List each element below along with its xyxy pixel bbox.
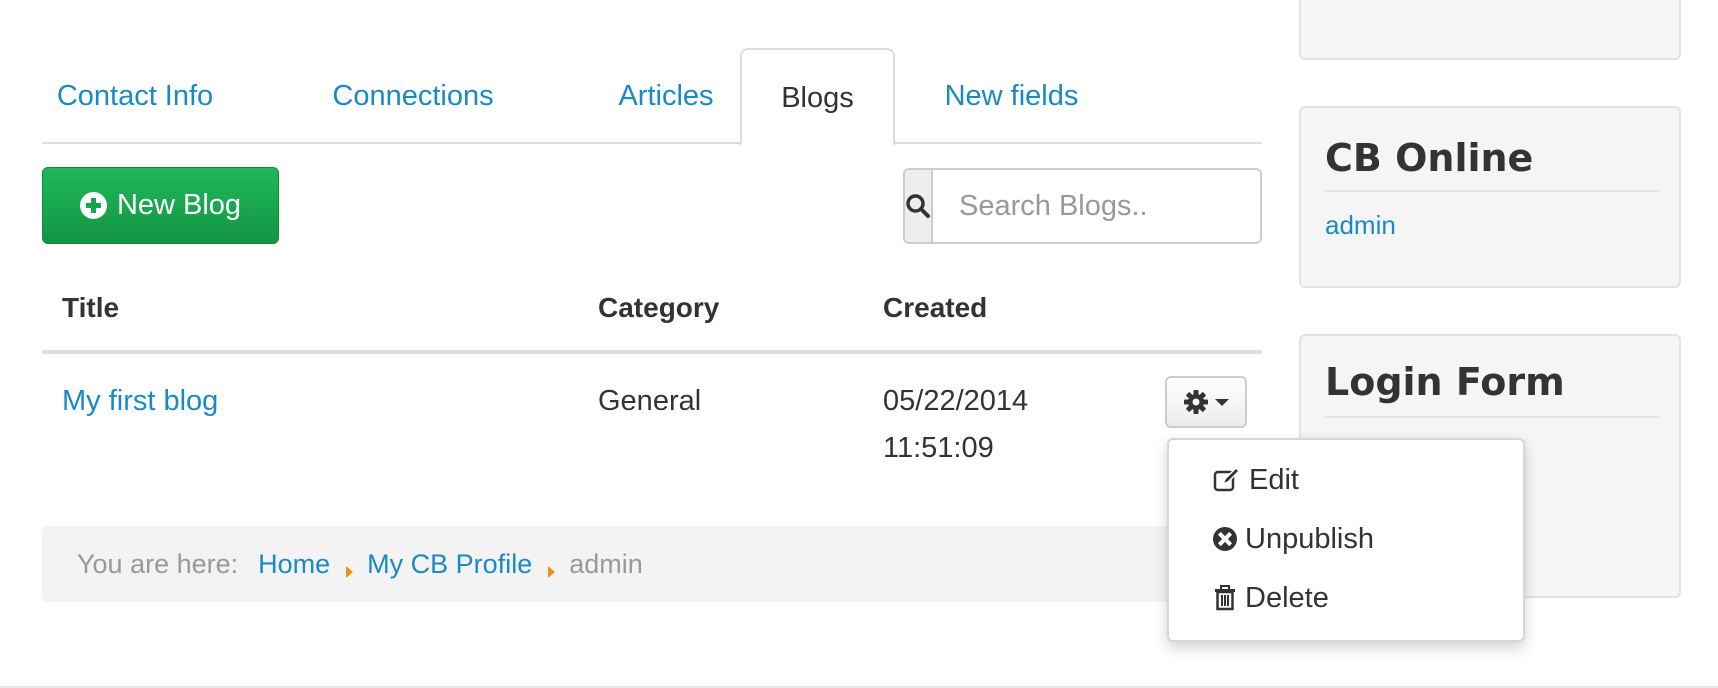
online-user-link[interactable]: admin [1325, 210, 1396, 241]
tab-new-fields[interactable]: New fields [921, 48, 1102, 144]
new-blog-button[interactable]: New Blog [42, 167, 279, 244]
menu-item-edit-label: Edit [1249, 463, 1299, 496]
gear-icon [1184, 390, 1208, 414]
menu-item-edit[interactable]: Edit [1213, 460, 1299, 500]
breadcrumb: You are here: Home My CB Profile admin [42, 526, 1272, 602]
plus-circle-icon [79, 192, 107, 219]
search-input[interactable] [933, 170, 1260, 242]
cb-online-module: CB Online admin [1299, 106, 1681, 288]
edit-icon [1213, 467, 1241, 492]
login-form-title: Login Form [1325, 360, 1565, 404]
module-divider [1325, 416, 1659, 418]
search-button[interactable] [905, 170, 933, 242]
search-icon [906, 194, 930, 218]
menu-item-delete[interactable]: Delete [1213, 578, 1329, 618]
trash-icon [1215, 585, 1235, 611]
new-blog-label: New Blog [116, 189, 242, 221]
cb-online-title: CB Online [1325, 136, 1534, 180]
blog-created-date: 05/22/2014 [883, 385, 1029, 417]
tab-connections[interactable]: Connections [318, 48, 508, 144]
blog-created: 05/22/2014 11:51:09 [883, 378, 1028, 472]
breadcrumb-home-link[interactable]: Home [258, 549, 330, 580]
row-actions-button[interactable] [1165, 376, 1247, 428]
breadcrumb-profile-link[interactable]: My CB Profile [367, 549, 532, 580]
row-actions-menu: Edit Unpublish Delete [1167, 438, 1525, 642]
breadcrumb-prefix: You are here: [77, 548, 239, 579]
blog-title-link[interactable]: My first blog [62, 378, 218, 425]
menu-item-unpublish-label: Unpublish [1245, 522, 1374, 555]
menu-item-delete-label: Delete [1245, 581, 1329, 614]
breadcrumb-separator-icon [346, 566, 354, 578]
module-divider [1325, 190, 1659, 192]
tab-blogs[interactable]: Blogs [740, 48, 895, 146]
profile-tabs: Contact Info Connections Articles Blogs … [42, 48, 1262, 146]
chevron-down-icon [1215, 398, 1229, 406]
blog-created-time: 11:51:09 [883, 432, 994, 464]
tab-contact-info[interactable]: Contact Info [42, 48, 228, 144]
menu-item-unpublish[interactable]: Unpublish [1213, 519, 1374, 559]
search-group [903, 168, 1262, 244]
unpublish-icon [1213, 527, 1237, 551]
sidebar-module-top [1299, 0, 1681, 60]
blog-category: General [598, 385, 702, 417]
column-header-title: Title [62, 292, 120, 323]
column-header-created: Created [883, 292, 988, 323]
table-header-divider [42, 350, 1262, 354]
breadcrumb-separator-icon [548, 566, 556, 578]
tab-articles[interactable]: Articles [589, 48, 743, 144]
breadcrumb-current: admin [569, 548, 643, 579]
column-header-category: Category [598, 292, 720, 323]
